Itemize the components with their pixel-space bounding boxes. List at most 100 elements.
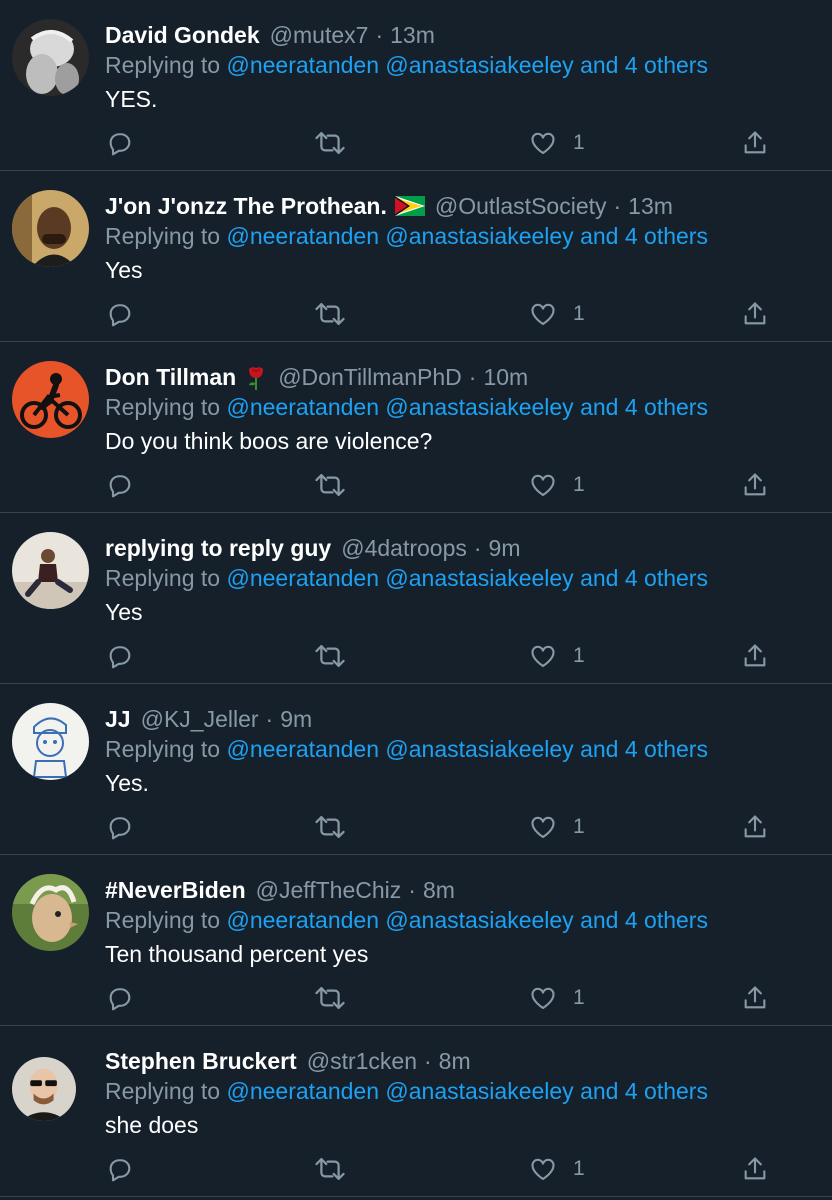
avatar[interactable]: [12, 532, 89, 609]
display-name[interactable]: JJ: [105, 704, 131, 734]
mention-link[interactable]: @neeratanden: [226, 52, 379, 78]
display-name[interactable]: #NeverBiden: [105, 875, 246, 905]
share-button[interactable]: [741, 641, 769, 671]
retweet-button[interactable]: [314, 299, 346, 329]
like-button[interactable]: 1: [529, 812, 585, 842]
like-button[interactable]: 1: [529, 299, 585, 329]
tweet[interactable]: JJ @KJ_Jeller · 9m Replying to @neeratan…: [0, 684, 832, 855]
timestamp[interactable]: 8m: [439, 1046, 471, 1076]
retweet-button[interactable]: [314, 641, 346, 671]
others-link[interactable]: and 4 others: [580, 52, 708, 78]
user-handle[interactable]: @4datroops: [341, 533, 467, 563]
separator-dot: ·: [265, 706, 274, 732]
timestamp[interactable]: 10m: [483, 362, 528, 392]
tweet-text: Yes: [105, 257, 143, 283]
others-link[interactable]: and 4 others: [580, 223, 708, 249]
display-name[interactable]: J'on J'onzz The Prothean.: [105, 191, 387, 221]
mention-link[interactable]: @neeratanden: [226, 907, 379, 933]
timestamp[interactable]: 9m: [280, 704, 312, 734]
tweet-text: Yes: [105, 599, 143, 625]
retweet-button[interactable]: [314, 1154, 346, 1184]
reply-button[interactable]: [106, 128, 134, 158]
retweet-button[interactable]: [314, 470, 346, 500]
mention-link[interactable]: @neeratanden: [226, 1078, 379, 1104]
user-handle[interactable]: @mutex7: [270, 20, 369, 50]
display-name[interactable]: replying to reply guy: [105, 533, 331, 563]
mention-link[interactable]: @anastasiakeeley: [385, 52, 573, 78]
share-button[interactable]: [741, 812, 769, 842]
reply-button[interactable]: [106, 812, 134, 842]
reply-button[interactable]: [106, 1154, 134, 1184]
tweet-text: YES.: [105, 86, 158, 112]
tweet[interactable]: Stephen Bruckert @str1cken · 8m Replying…: [0, 1026, 832, 1197]
mention-link[interactable]: @neeratanden: [226, 223, 379, 249]
timestamp[interactable]: 13m: [390, 20, 435, 50]
others-link[interactable]: and 4 others: [580, 394, 708, 420]
tweet[interactable]: David Gondek @mutex7 · 13m Replying to @…: [0, 0, 832, 171]
others-link[interactable]: and 4 others: [580, 736, 708, 762]
timestamp[interactable]: 8m: [423, 875, 455, 905]
tweet[interactable]: J'on J'onzz The Prothean. @OutlastSociet…: [0, 171, 832, 342]
share-icon: [744, 986, 766, 1009]
reply-button[interactable]: [106, 641, 134, 671]
avatar[interactable]: [12, 703, 89, 780]
mention-link[interactable]: @anastasiakeeley: [385, 1078, 573, 1104]
mention-link[interactable]: @anastasiakeeley: [385, 223, 573, 249]
like-button[interactable]: 1: [529, 1154, 585, 1184]
avatar[interactable]: [12, 190, 89, 267]
mention-link[interactable]: @anastasiakeeley: [385, 394, 573, 420]
replying-to-label: Replying to: [105, 565, 221, 591]
reply-button[interactable]: [106, 299, 134, 329]
share-button[interactable]: [741, 1154, 769, 1184]
reply-icon: [109, 133, 131, 156]
retweet-button[interactable]: [314, 812, 346, 842]
like-button[interactable]: 1: [529, 641, 585, 671]
others-link[interactable]: and 4 others: [580, 907, 708, 933]
replying-to-label: Replying to: [105, 736, 221, 762]
user-handle[interactable]: @DonTillmanPhD: [278, 362, 462, 392]
share-button[interactable]: [741, 470, 769, 500]
tweet[interactable]: #NeverBiden @JeffTheChiz · 8m Replying t…: [0, 855, 832, 1026]
retweet-icon: [315, 132, 345, 154]
mention-link[interactable]: @neeratanden: [226, 736, 379, 762]
reply-button[interactable]: [106, 983, 134, 1013]
mention-link[interactable]: @neeratanden: [226, 394, 379, 420]
retweet-icon: [315, 645, 345, 667]
user-handle[interactable]: @JeffTheChiz: [256, 875, 402, 905]
mention-link[interactable]: @anastasiakeeley: [385, 565, 573, 591]
mention-link[interactable]: @anastasiakeeley: [385, 736, 573, 762]
tweet[interactable]: replying to reply guy @4datroops · 9m Re…: [0, 513, 832, 684]
user-handle[interactable]: @OutlastSociety: [435, 191, 607, 221]
reply-icon: [109, 304, 131, 327]
mention-link[interactable]: @anastasiakeeley: [385, 907, 573, 933]
display-name[interactable]: Stephen Bruckert: [105, 1046, 297, 1076]
retweet-icon: [315, 1158, 345, 1180]
retweet-button[interactable]: [314, 128, 346, 158]
share-button[interactable]: [741, 983, 769, 1013]
like-count: 1: [573, 815, 585, 838]
replying-to-label: Replying to: [105, 223, 221, 249]
avatar[interactable]: [12, 19, 89, 96]
reply-button[interactable]: [106, 470, 134, 500]
avatar[interactable]: [12, 874, 89, 951]
share-button[interactable]: [741, 299, 769, 329]
like-button[interactable]: 1: [529, 128, 585, 158]
others-link[interactable]: and 4 others: [580, 565, 708, 591]
retweet-button[interactable]: [314, 983, 346, 1013]
replying-to-line: Replying to @neeratanden @anastasiakeele…: [105, 905, 708, 935]
mention-link[interactable]: @neeratanden: [226, 565, 379, 591]
display-name[interactable]: David Gondek: [105, 20, 260, 50]
display-name[interactable]: Don Tillman: [105, 362, 236, 392]
avatar[interactable]: [12, 361, 89, 438]
others-link[interactable]: and 4 others: [580, 1078, 708, 1104]
share-button[interactable]: [741, 128, 769, 158]
separator-dot: ·: [408, 877, 416, 903]
avatar[interactable]: [12, 1057, 76, 1121]
tweet[interactable]: Don Tillman @DonTillmanPhD · 10m Replyin…: [0, 342, 832, 513]
like-button[interactable]: 1: [529, 470, 585, 500]
user-handle[interactable]: @KJ_Jeller: [141, 704, 259, 734]
like-button[interactable]: 1: [529, 983, 585, 1013]
timestamp[interactable]: 13m: [628, 191, 673, 221]
timestamp[interactable]: 9m: [489, 533, 521, 563]
user-handle[interactable]: @str1cken: [307, 1046, 417, 1076]
